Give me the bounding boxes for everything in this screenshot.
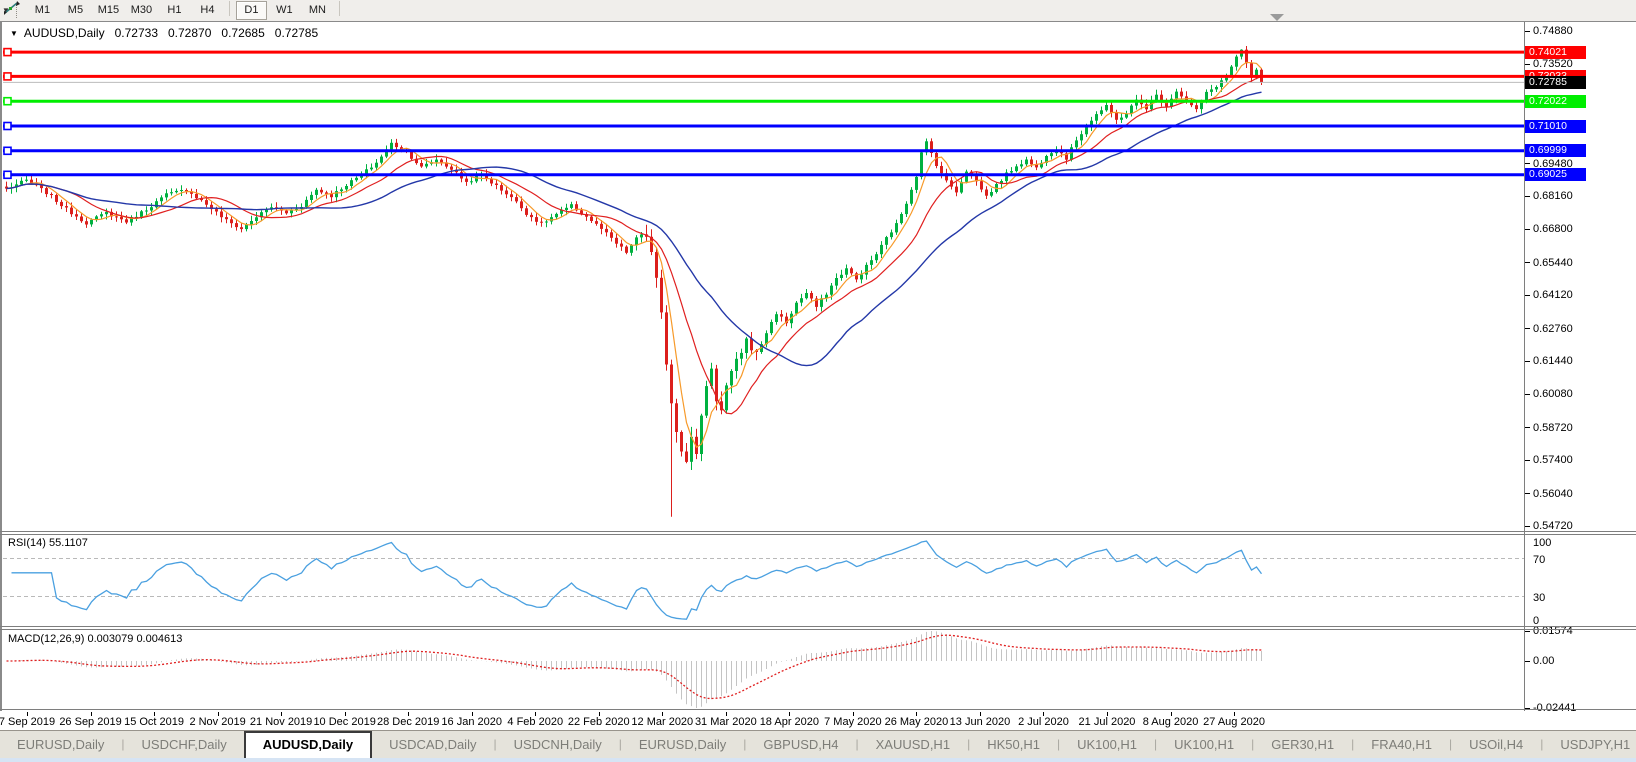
- ohlc-low: 0.72685: [221, 26, 265, 40]
- axis-tick-label: 0.73520: [1533, 58, 1573, 71]
- rsi-label: RSI(14) 55.1107: [8, 537, 88, 549]
- current-price-tag: 0.72785: [1525, 75, 1586, 89]
- price-tag: 0.74021: [1525, 45, 1586, 59]
- date-label: 27 Aug 2020: [1203, 716, 1265, 728]
- axis-tick: [1525, 393, 1530, 395]
- axis-tick-label: 0.61440: [1533, 355, 1573, 367]
- chart-tab-usdjpy-h1[interactable]: USDJPY,H1: [1543, 731, 1636, 759]
- mt4-window: ▼ M1 M5 M15 M30 H1 H4 D1 W1 MN ▼ AUDUSD,Daily 0.72…: [0, 0, 1636, 762]
- chart-tab-eurusd-daily[interactable]: EURUSD,Daily: [0, 731, 121, 759]
- axis-tick: [1525, 328, 1530, 330]
- axis-tick: [1525, 630, 1530, 632]
- ohlc-close: 0.72785: [274, 26, 319, 40]
- ohlc-open: 0.72733: [114, 26, 158, 40]
- rsi-axis-label: 100: [1533, 537, 1552, 549]
- axis-tick-label: 0.56040: [1533, 487, 1573, 500]
- macd-label: MACD(12,26,9) 0.003079 0.004613: [8, 633, 183, 645]
- chart-tab-hk50-h1[interactable]: HK50,H1: [970, 731, 1057, 759]
- panel-splitter: [0, 709, 1636, 710]
- axis-tick-label: 0.64120: [1533, 289, 1573, 302]
- axis-tick: [1525, 493, 1530, 495]
- price-tag: 0.72022: [1525, 94, 1586, 108]
- axis-tick: [1525, 459, 1530, 461]
- axis-tick-label: 0.60080: [1533, 388, 1573, 401]
- axis-tick: [1525, 427, 1530, 429]
- macd-axis-label: 0.00: [1533, 655, 1555, 667]
- panel-splitter[interactable]: [0, 629, 1636, 630]
- chart-tab-usoil-h4[interactable]: USOil,H4: [1452, 731, 1540, 759]
- axis-tick: [1525, 660, 1530, 662]
- chart-tab-bar: EURUSD,Daily | USDCHF,Daily AUDUSD,Daily USD…: [0, 730, 1636, 759]
- chart-symbol: AUDUSD,Daily: [23, 26, 105, 40]
- chart-tab-gbpusd-h4[interactable]: GBPUSD,H4: [746, 731, 855, 759]
- axis-tick: [1525, 294, 1530, 296]
- chart-tab-xauusd-h1[interactable]: XAUUSD,H1: [859, 731, 967, 759]
- status-strip: [0, 758, 1636, 762]
- chart-tab-usdcnh-daily[interactable]: USDCNH,Daily: [497, 731, 619, 759]
- ohlc-high: 0.72870: [168, 26, 212, 40]
- price-tag: 0.71010: [1525, 119, 1586, 133]
- axis-tick-label: 0.68160: [1533, 190, 1573, 202]
- axis-tick: [1525, 30, 1530, 32]
- panel-splitter[interactable]: [0, 534, 1636, 535]
- axis-tick: [1525, 63, 1530, 65]
- chart-tab-ger30-h1[interactable]: GER30,H1: [1254, 731, 1351, 759]
- axis-tick: [1525, 228, 1530, 230]
- chart-tab-eurusd-daily[interactable]: EURUSD,Daily: [622, 731, 743, 759]
- axis-tick: [1525, 360, 1530, 362]
- axis-tick-label: 0.74880: [1533, 25, 1573, 37]
- axis-tick: [1525, 525, 1530, 527]
- panel-splitter[interactable]: [0, 531, 1636, 532]
- rsi-axis-label: 30: [1533, 591, 1546, 604]
- axis-tick-label: 0.57400: [1533, 454, 1573, 467]
- axis-tick-label: 0.58720: [1533, 421, 1573, 434]
- axis-border: [1524, 22, 1525, 711]
- chart-title: ▼ AUDUSD,Daily 0.72733 0.72870 0.72685 0.7278…: [10, 26, 318, 40]
- chart-tab-fra40-h1[interactable]: FRA40,H1: [1354, 731, 1449, 759]
- axis-tick-label: 0.62760: [1533, 322, 1573, 335]
- chart-tab-uk100-h1[interactable]: UK100,H1: [1060, 731, 1154, 759]
- axis-tick-label: 0.65440: [1533, 256, 1573, 269]
- price-tag: 0.69999: [1525, 144, 1586, 158]
- price-tag: 0.69025: [1525, 168, 1586, 182]
- rsi-axis-label: 70: [1533, 553, 1546, 566]
- chart-tab-usdcad-daily[interactable]: USDCAD,Daily: [372, 731, 493, 759]
- collapse-triangle-icon[interactable]: ▼: [10, 29, 18, 38]
- chart-tab-uk100-h1[interactable]: UK100,H1: [1157, 731, 1251, 759]
- chart-tab-usdchf-daily[interactable]: USDCHF,Daily: [125, 731, 244, 759]
- chart-canvas[interactable]: [0, 0, 1636, 762]
- axis-tick-label: 0.66800: [1533, 223, 1573, 236]
- chart-tab-audusd-daily[interactable]: AUDUSD,Daily: [243, 731, 373, 759]
- axis-tick: [1525, 262, 1530, 264]
- panel-splitter[interactable]: [0, 626, 1636, 627]
- date-axis: 7 Sep 2019 26 Sep 2019 15 Oct 2019 2 Nov 20…: [0, 711, 1636, 730]
- chart-shift-marker: [1270, 14, 1284, 21]
- axis-tick: [1525, 195, 1530, 197]
- axis-tick: [1525, 163, 1530, 165]
